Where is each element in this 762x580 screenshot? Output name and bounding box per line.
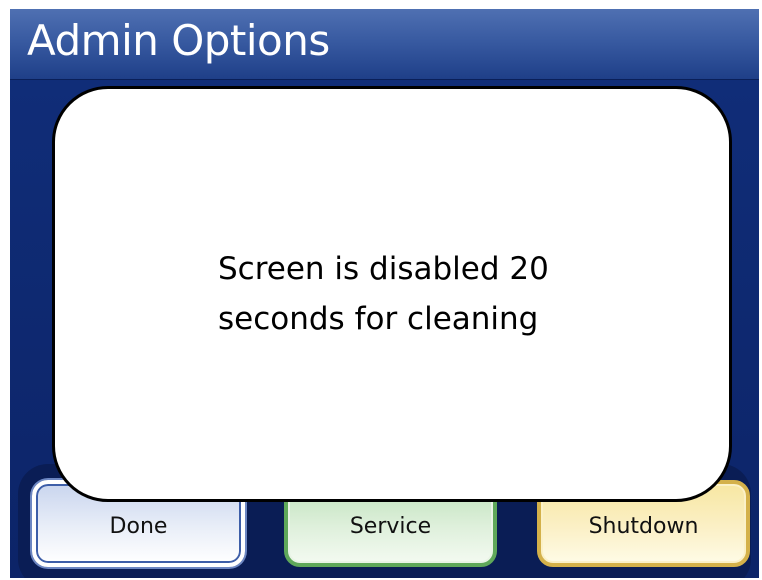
header-bar: Admin Options bbox=[10, 9, 759, 80]
admin-options-screen: Admin Options Done Service Shutdown Scre… bbox=[10, 9, 759, 578]
page-title: Admin Options bbox=[27, 16, 330, 65]
modal-message: Screen is disabled 20 seconds for cleani… bbox=[218, 251, 549, 337]
cleaning-modal: Screen is disabled 20 seconds for cleani… bbox=[52, 86, 732, 502]
